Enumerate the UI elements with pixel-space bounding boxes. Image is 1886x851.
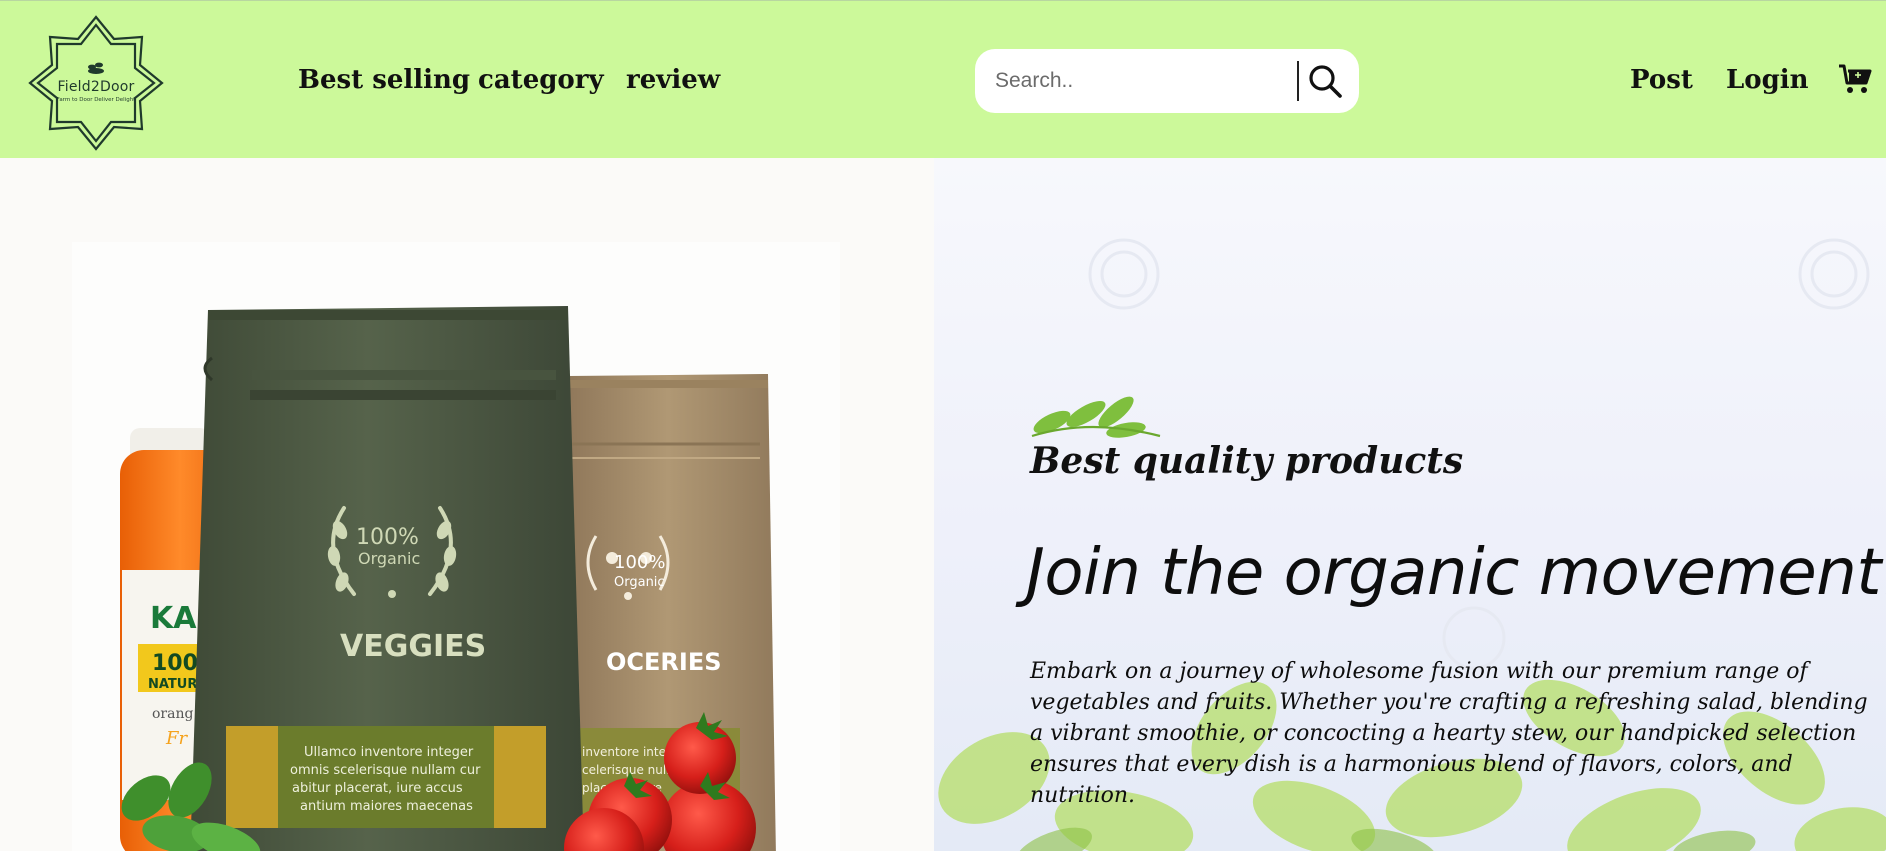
search-divider <box>1297 61 1299 101</box>
logo-name: Field2Door <box>57 79 135 95</box>
svg-text:100%: 100% <box>356 525 419 550</box>
hero-content: Best quality products Join the organic m… <box>934 158 1886 851</box>
search-bar <box>975 49 1359 113</box>
svg-text:NATUR: NATUR <box>148 677 197 692</box>
svg-text:antium maiores maecenas: antium maiores maecenas <box>300 799 473 814</box>
nav-login[interactable]: Login <box>1726 63 1809 97</box>
svg-text:abitur placerat, iure accus: abitur placerat, iure accus <box>292 781 463 796</box>
svg-text:omnis scelerisque nullam cur: omnis scelerisque nullam cur <box>290 763 481 778</box>
product-image: KARI 100 NATUR orang Fr 100% Organic OCE… <box>0 158 934 851</box>
logo[interactable]: Field2Door Farm to Door Deliver Delight <box>26 13 166 153</box>
search-icon[interactable] <box>1307 63 1343 99</box>
svg-text:orang: orang <box>152 706 193 722</box>
hero-subtitle: Best quality products <box>1030 440 1464 482</box>
svg-text:Ullamco inventore integer: Ullamco inventore integer <box>304 745 474 760</box>
svg-text:OCERIES: OCERIES <box>606 648 722 676</box>
bag-back-graphic: 100% Organic OCERIES inventore integer c… <box>560 374 776 851</box>
nav-best-selling[interactable]: Best selling <box>298 63 470 97</box>
svg-text:100%: 100% <box>614 552 665 573</box>
site-header: Field2Door Farm to Door Deliver Delight … <box>0 0 1886 158</box>
leaf-accent-icon <box>1031 396 1161 438</box>
svg-text:Fr: Fr <box>165 728 188 749</box>
nav-review[interactable]: review <box>626 63 720 97</box>
search-input[interactable] <box>995 63 1265 99</box>
logo-tagline: Farm to Door Deliver Delight <box>56 97 136 103</box>
svg-text:Organic: Organic <box>614 575 665 590</box>
nav-post[interactable]: Post <box>1630 63 1693 97</box>
product-image-illustration: KARI 100 NATUR orang Fr 100% Organic OCE… <box>72 242 840 851</box>
svg-text:Organic: Organic <box>358 549 420 568</box>
svg-text:100: 100 <box>152 651 198 676</box>
svg-text:VEGGIES: VEGGIES <box>340 629 486 664</box>
cart-icon[interactable] <box>1838 63 1872 95</box>
hero-description: Embark on a journey of wholesome fusion … <box>1030 659 1868 808</box>
nav-category[interactable]: category <box>478 63 604 97</box>
hero-title: Join the organic movement! <box>1026 536 1886 610</box>
bag-front-graphic: 100% Organic VEGGIES Ullamco inventore i… <box>190 306 584 851</box>
